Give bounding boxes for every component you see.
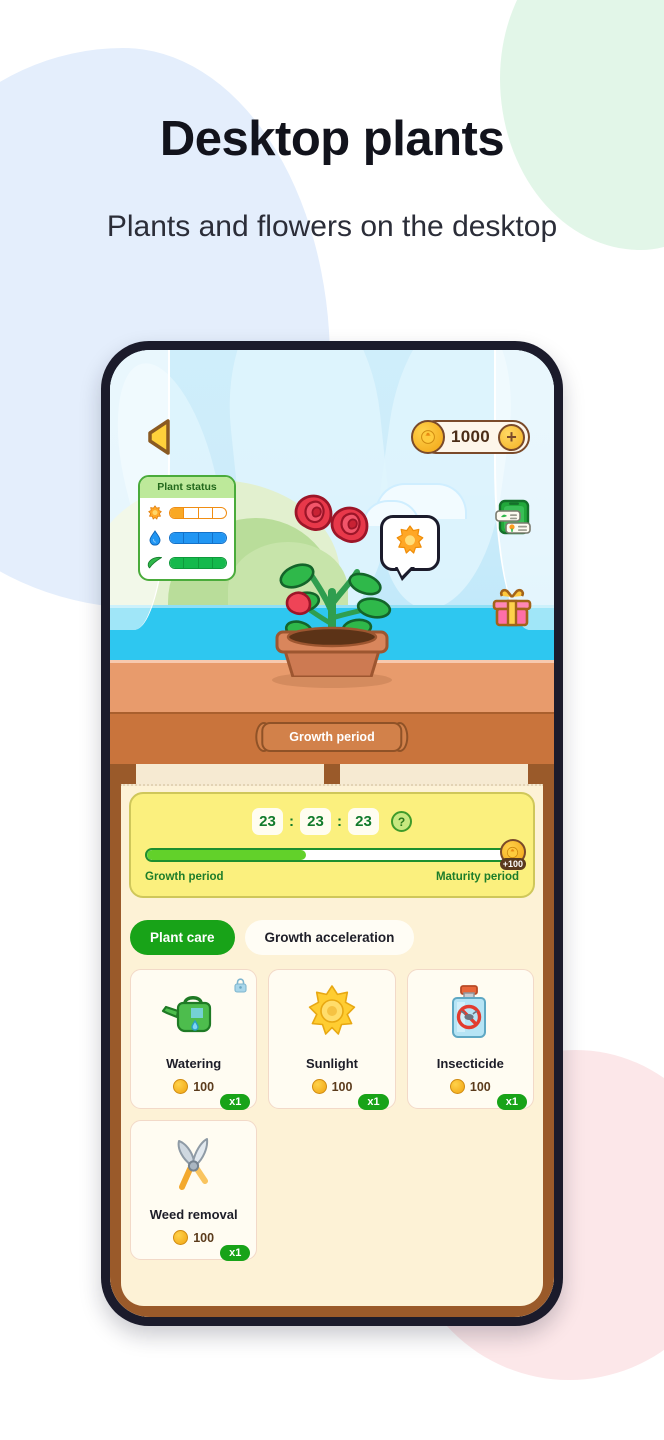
item-price: 100	[275, 1079, 388, 1094]
status-row-water	[147, 530, 227, 546]
sunlight-hint-bubble[interactable]	[380, 515, 440, 581]
item-price: 100	[414, 1079, 527, 1094]
back-button[interactable]	[142, 417, 176, 457]
price-amount: 100	[193, 1079, 215, 1094]
shop-tabs: Plant care Growth acceleration	[130, 920, 534, 955]
progress-right-label: Maturity period	[435, 871, 519, 883]
timer-seconds: 23	[348, 808, 379, 835]
rail-post	[528, 764, 544, 784]
plant-status-title: Plant status	[140, 477, 234, 498]
chevron-left-icon	[148, 419, 170, 455]
progress-labels: Growth period Maturity period	[145, 871, 519, 883]
sun-icon	[147, 505, 163, 521]
shop-section: 23 : 23 : 23 ? +100 Growth period Maturi…	[110, 764, 554, 1317]
coin-icon	[173, 1230, 189, 1245]
item-price: 100	[137, 1079, 250, 1094]
item-name: Weed removal	[149, 1207, 238, 1222]
add-coins-button[interactable]: +	[498, 423, 525, 451]
shears-icon	[137, 1133, 250, 1195]
item-quantity: x1	[496, 1094, 527, 1110]
game-scene: 1000 + Plant status Growth period	[110, 350, 554, 764]
page-header: Desktop plants Plants and flowers on the…	[0, 0, 664, 244]
rose-plant-illustration[interactable]	[257, 472, 407, 682]
timer-separator: :	[289, 813, 294, 830]
timer-minutes: 23	[300, 808, 331, 835]
status-row-nutrition	[147, 555, 227, 571]
nutrition-meter	[169, 557, 227, 569]
phone-screen: 1000 + Plant status Growth period 23: 2…	[110, 350, 554, 1317]
task-list-icon[interactable]	[492, 498, 536, 542]
plant-status-panel: Plant status	[138, 475, 236, 581]
wooden-rail	[120, 764, 544, 786]
plant-status-meters	[140, 498, 234, 579]
progress-left-label: Growth period	[145, 871, 224, 883]
tab-plant-care[interactable]: Plant care	[130, 920, 235, 955]
page-subtitle: Plants and flowers on the desktop	[106, 210, 558, 243]
item-grid: x1 Watering 100 x1 Sunlight 100 x1 Insec…	[130, 969, 534, 1261]
growth-period-sign: Growth period	[261, 722, 403, 752]
watering-can-icon	[137, 982, 250, 1044]
maturity-reward: +100	[499, 839, 526, 870]
insecticide-icon	[414, 982, 527, 1044]
coin-icon	[449, 1079, 465, 1094]
growth-progress-bar: +100	[145, 839, 526, 870]
coin-icon	[173, 1079, 189, 1094]
timer-hours: 23	[252, 808, 283, 835]
progress-track	[145, 848, 519, 862]
status-row-sunlight	[147, 505, 227, 521]
item-card-watering[interactable]: x1 Watering 100	[130, 969, 258, 1110]
reward-amount: +100	[499, 858, 526, 870]
item-price: 100	[137, 1230, 250, 1245]
tab-growth-acceleration[interactable]: Growth acceleration	[244, 920, 415, 955]
rail-post	[120, 764, 136, 784]
currency-bar[interactable]: 1000 +	[410, 420, 530, 454]
item-name: Watering	[166, 1056, 222, 1071]
progress-fill	[147, 850, 307, 860]
page-title: Desktop plants	[159, 112, 505, 166]
sun-icon	[394, 524, 426, 562]
phone-mockup: 1000 + Plant status Growth period 23: 2…	[101, 341, 563, 1326]
sun-icon	[275, 982, 388, 1044]
coin-icon	[410, 420, 445, 454]
gift-box-icon[interactable]	[490, 588, 534, 628]
help-button[interactable]: ?	[391, 811, 412, 832]
item-name: Insecticide	[436, 1056, 504, 1071]
item-quantity: x1	[358, 1094, 389, 1110]
item-card-weed-removal[interactable]: x1 Weed removal 100	[130, 1120, 258, 1261]
coin-amount: 1000	[450, 427, 490, 446]
price-amount: 100	[469, 1079, 491, 1094]
item-name: Sunlight	[305, 1056, 358, 1071]
growth-timer: 23 : 23 : 23 ?	[145, 808, 519, 835]
water-meter	[169, 532, 227, 544]
growth-period-sign-label: Growth period	[261, 722, 403, 752]
price-amount: 100	[193, 1230, 215, 1245]
water-drop-icon	[147, 530, 163, 546]
item-quantity: x1	[220, 1094, 251, 1110]
rail-post	[324, 764, 340, 784]
sunlight-meter	[169, 507, 227, 519]
item-card-insecticide[interactable]: x1 Insecticide 100	[406, 969, 534, 1110]
growth-progress-panel: 23 : 23 : 23 ? +100 Growth period Maturi…	[129, 792, 535, 898]
item-card-sunlight[interactable]: x1 Sunlight 100	[268, 969, 396, 1110]
leaf-icon	[147, 555, 163, 571]
timer-separator-2: :	[337, 813, 342, 830]
coin-icon	[311, 1079, 327, 1094]
price-amount: 100	[331, 1079, 353, 1094]
item-quantity: x1	[220, 1245, 251, 1261]
